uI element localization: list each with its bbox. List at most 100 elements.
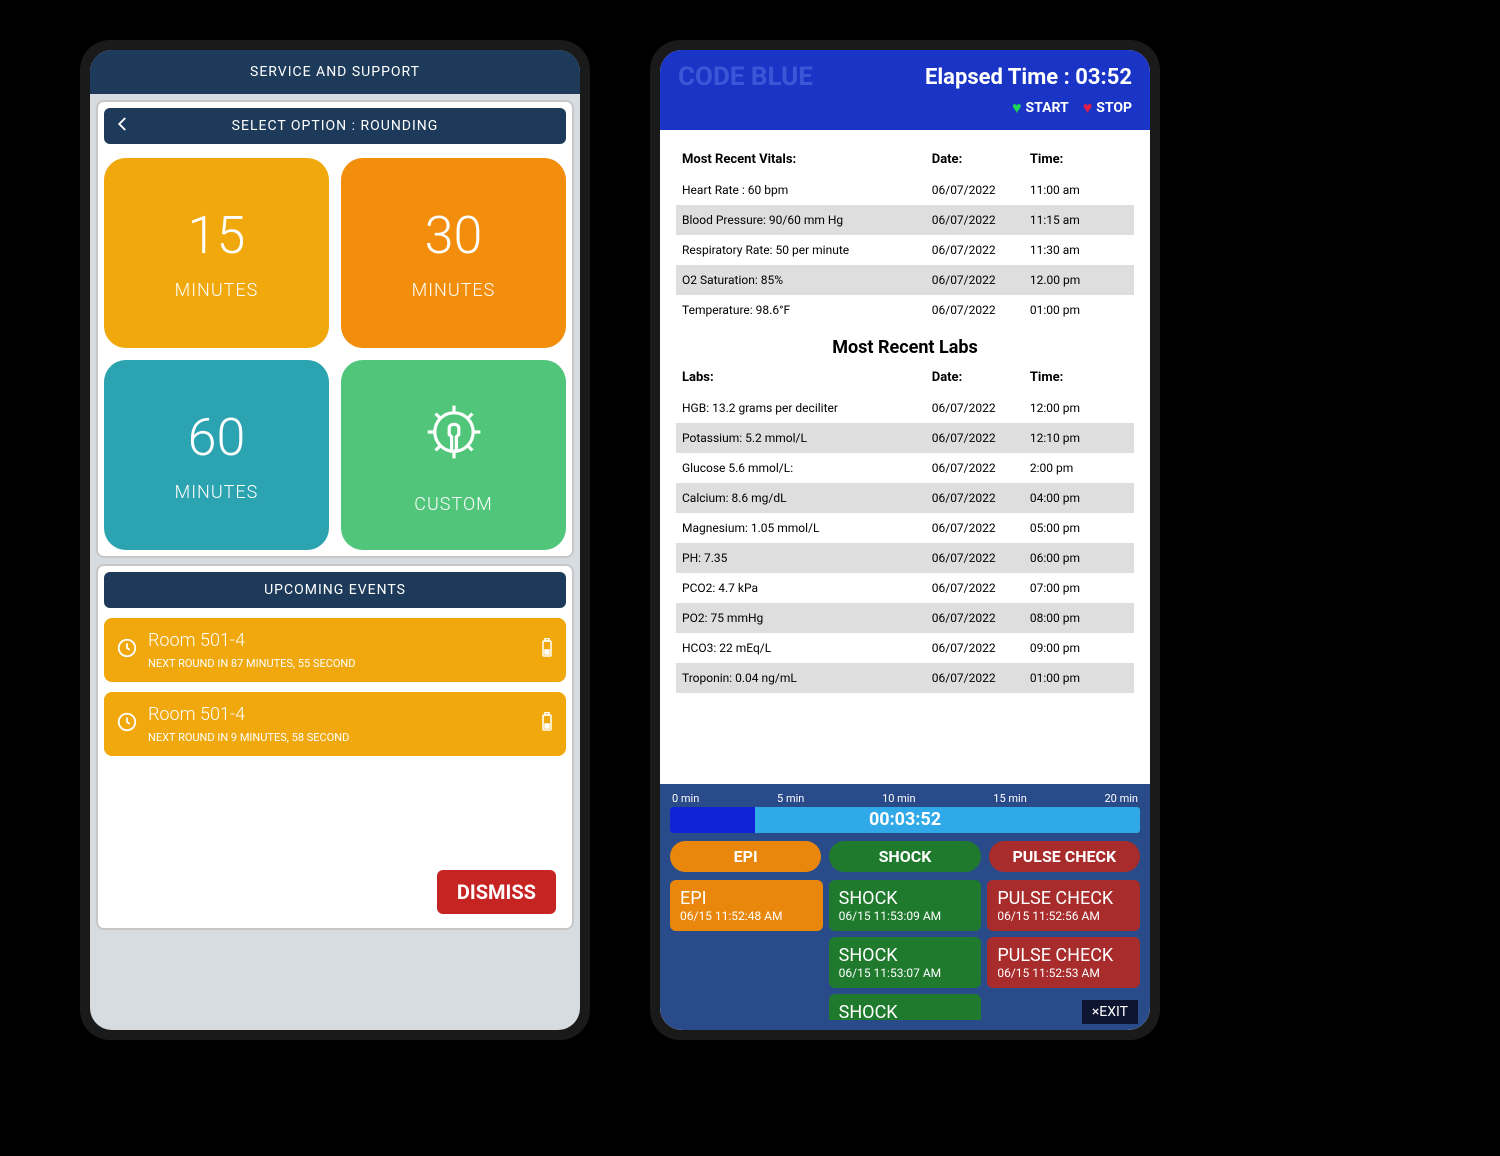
col-date: Date: bbox=[932, 370, 1030, 385]
cell-time: 11:30 am bbox=[1030, 243, 1128, 257]
tile-15-minutes[interactable]: 15 MINUTES bbox=[104, 158, 329, 348]
table-row: Glucose 5.6 mmol/L:06/07/20222:00 pm bbox=[676, 453, 1134, 483]
cell-time: 12.00 pm bbox=[1030, 273, 1128, 287]
cell-date: 06/07/2022 bbox=[932, 183, 1030, 197]
cell-vital: Temperature: 98.6°F bbox=[682, 303, 932, 317]
tile-number: 60 bbox=[188, 407, 246, 468]
clock-icon bbox=[116, 711, 138, 737]
event-card[interactable]: Room 501-4 NEXT ROUND IN 9 MINUTES, 58 S… bbox=[104, 692, 566, 756]
log-grid: EPI06/15 11:52:48 AMSHOCK06/15 11:53:09 … bbox=[670, 880, 1140, 1020]
screen: SERVICE AND SUPPORT SELECT OPTION : ROUN… bbox=[90, 50, 580, 1030]
log-empty bbox=[670, 937, 823, 988]
tile-label: MINUTES bbox=[412, 280, 496, 301]
stop-button[interactable]: ♥ STOP bbox=[1083, 98, 1132, 118]
tile-custom[interactable]: CUSTOM bbox=[341, 360, 566, 550]
data-body: Most Recent Vitals: Date: Time: Heart Ra… bbox=[660, 130, 1150, 750]
tick: 15 min bbox=[993, 792, 1027, 805]
back-arrow-icon[interactable] bbox=[114, 115, 132, 137]
progress-bar[interactable]: 00:03:52 bbox=[670, 807, 1140, 833]
tick: 20 min bbox=[1105, 792, 1139, 805]
event-text: Room 501-4 NEXT ROUND IN 9 MINUTES, 58 S… bbox=[148, 704, 349, 744]
table-row: Potassium: 5.2 mmol/L06/07/202212:10 pm bbox=[676, 423, 1134, 453]
cell-time: 08:00 pm bbox=[1030, 611, 1128, 625]
tile-label: MINUTES bbox=[175, 280, 259, 301]
shock-button[interactable]: SHOCK bbox=[829, 841, 980, 872]
cell-lab: Calcium: 8.6 mg/dL bbox=[682, 491, 932, 505]
event-card[interactable]: Room 501-4 NEXT ROUND IN 87 MINUTES, 55 … bbox=[104, 618, 566, 682]
rounding-card: SELECT OPTION : ROUNDING 15 MINUTES 30 M… bbox=[96, 100, 574, 558]
cell-date: 06/07/2022 bbox=[932, 641, 1030, 655]
start-button[interactable]: ♥ START bbox=[1012, 98, 1069, 118]
elapsed-time-label: Elapsed Time : 03:52 bbox=[925, 65, 1132, 90]
cell-vital: Respiratory Rate: 50 per minute bbox=[682, 243, 932, 257]
log-time: 06/15 11:52:53 AM bbox=[997, 966, 1130, 980]
labs-title: Most Recent Labs bbox=[676, 337, 1134, 358]
cell-date: 06/07/2022 bbox=[932, 401, 1030, 415]
table-row: Heart Rate : 60 bpm06/07/202211:00 am bbox=[676, 175, 1134, 205]
col-time: Time: bbox=[1030, 370, 1128, 385]
col-vitals: Most Recent Vitals: bbox=[682, 152, 932, 167]
tile-number: 15 bbox=[188, 205, 246, 266]
log-time: 06/15 11:53:07 AM bbox=[839, 966, 972, 980]
table-row: Respiratory Rate: 50 per minute06/07/202… bbox=[676, 235, 1134, 265]
tile-number: 30 bbox=[425, 205, 483, 266]
log-card[interactable]: PULSE CHECK06/15 11:52:53 AM bbox=[987, 937, 1140, 988]
phone-code-blue: CODE BLUE Elapsed Time : 03:52 ♥ START ♥… bbox=[650, 40, 1160, 1040]
battery-icon bbox=[540, 712, 554, 736]
tick: 5 min bbox=[777, 792, 804, 805]
cell-time: 11:15 am bbox=[1030, 213, 1128, 227]
tile-30-minutes[interactable]: 30 MINUTES bbox=[341, 158, 566, 348]
cell-vital: Heart Rate : 60 bpm bbox=[682, 183, 932, 197]
cell-time: 11:00 am bbox=[1030, 183, 1128, 197]
cell-time: 01:00 pm bbox=[1030, 671, 1128, 685]
log-title: PULSE CHECK bbox=[997, 888, 1130, 909]
phone-rounding: SERVICE AND SUPPORT SELECT OPTION : ROUN… bbox=[80, 40, 590, 1040]
exit-button[interactable]: ×EXIT bbox=[1082, 1000, 1138, 1024]
upcoming-events-card: UPCOMING EVENTS Room 501-4 NEXT ROUND IN… bbox=[96, 564, 574, 930]
tile-label: MINUTES bbox=[175, 482, 259, 503]
cell-date: 06/07/2022 bbox=[932, 243, 1030, 257]
log-title: EPI bbox=[680, 888, 813, 909]
cell-date: 06/07/2022 bbox=[932, 213, 1030, 227]
heart-red-icon: ♥ bbox=[1083, 98, 1093, 118]
dismiss-button[interactable]: DISMISS bbox=[437, 870, 556, 914]
cell-lab: HGB: 13.2 grams per deciliter bbox=[682, 401, 932, 415]
log-card[interactable]: SHOCK06/15 11:53:07 AM bbox=[829, 937, 982, 988]
cell-date: 06/07/2022 bbox=[932, 551, 1030, 565]
cell-time: 09:00 pm bbox=[1030, 641, 1128, 655]
clock-icon bbox=[116, 637, 138, 663]
gear-wrench-icon bbox=[414, 396, 494, 480]
log-empty bbox=[670, 994, 823, 1020]
log-time: 06/15 11:53:09 AM bbox=[839, 909, 972, 923]
cell-time: 2:00 pm bbox=[1030, 461, 1128, 475]
tick: 0 min bbox=[672, 792, 699, 805]
labs-header-row: Labs: Date: Time: bbox=[676, 362, 1134, 393]
table-row: Blood Pressure: 90/60 mm Hg06/07/202211:… bbox=[676, 205, 1134, 235]
cell-date: 06/07/2022 bbox=[932, 671, 1030, 685]
tick: 10 min bbox=[882, 792, 916, 805]
pulse-check-button[interactable]: PULSE CHECK bbox=[989, 841, 1140, 872]
event-room: Room 501-4 bbox=[148, 630, 356, 651]
epi-button[interactable]: EPI bbox=[670, 841, 821, 872]
table-row: HGB: 13.2 grams per deciliter06/07/20221… bbox=[676, 393, 1134, 423]
cell-vital: Blood Pressure: 90/60 mm Hg bbox=[682, 213, 932, 227]
log-card[interactable]: SHOCK bbox=[829, 994, 982, 1020]
table-row: Calcium: 8.6 mg/dL06/07/202204:00 pm bbox=[676, 483, 1134, 513]
log-title: PULSE CHECK bbox=[997, 945, 1130, 966]
cell-time: 06:00 pm bbox=[1030, 551, 1128, 565]
table-row: Temperature: 98.6°F06/07/202201:00 pm bbox=[676, 295, 1134, 325]
log-card[interactable]: EPI06/15 11:52:48 AM bbox=[670, 880, 823, 931]
cell-date: 06/07/2022 bbox=[932, 611, 1030, 625]
progress-time: 00:03:52 bbox=[670, 807, 1140, 833]
log-card[interactable]: PULSE CHECK06/15 11:52:56 AM bbox=[987, 880, 1140, 931]
stop-label: STOP bbox=[1096, 100, 1132, 116]
dismiss-wrap: DISMISS bbox=[437, 870, 556, 914]
cell-date: 06/07/2022 bbox=[932, 431, 1030, 445]
event-room: Room 501-4 bbox=[148, 704, 349, 725]
tile-label: CUSTOM bbox=[414, 494, 492, 515]
col-time: Time: bbox=[1030, 152, 1128, 167]
log-card[interactable]: SHOCK06/15 11:53:09 AM bbox=[829, 880, 982, 931]
log-title: SHOCK bbox=[839, 1002, 972, 1020]
tile-60-minutes[interactable]: 60 MINUTES bbox=[104, 360, 329, 550]
upcoming-events-header: UPCOMING EVENTS bbox=[104, 572, 566, 608]
